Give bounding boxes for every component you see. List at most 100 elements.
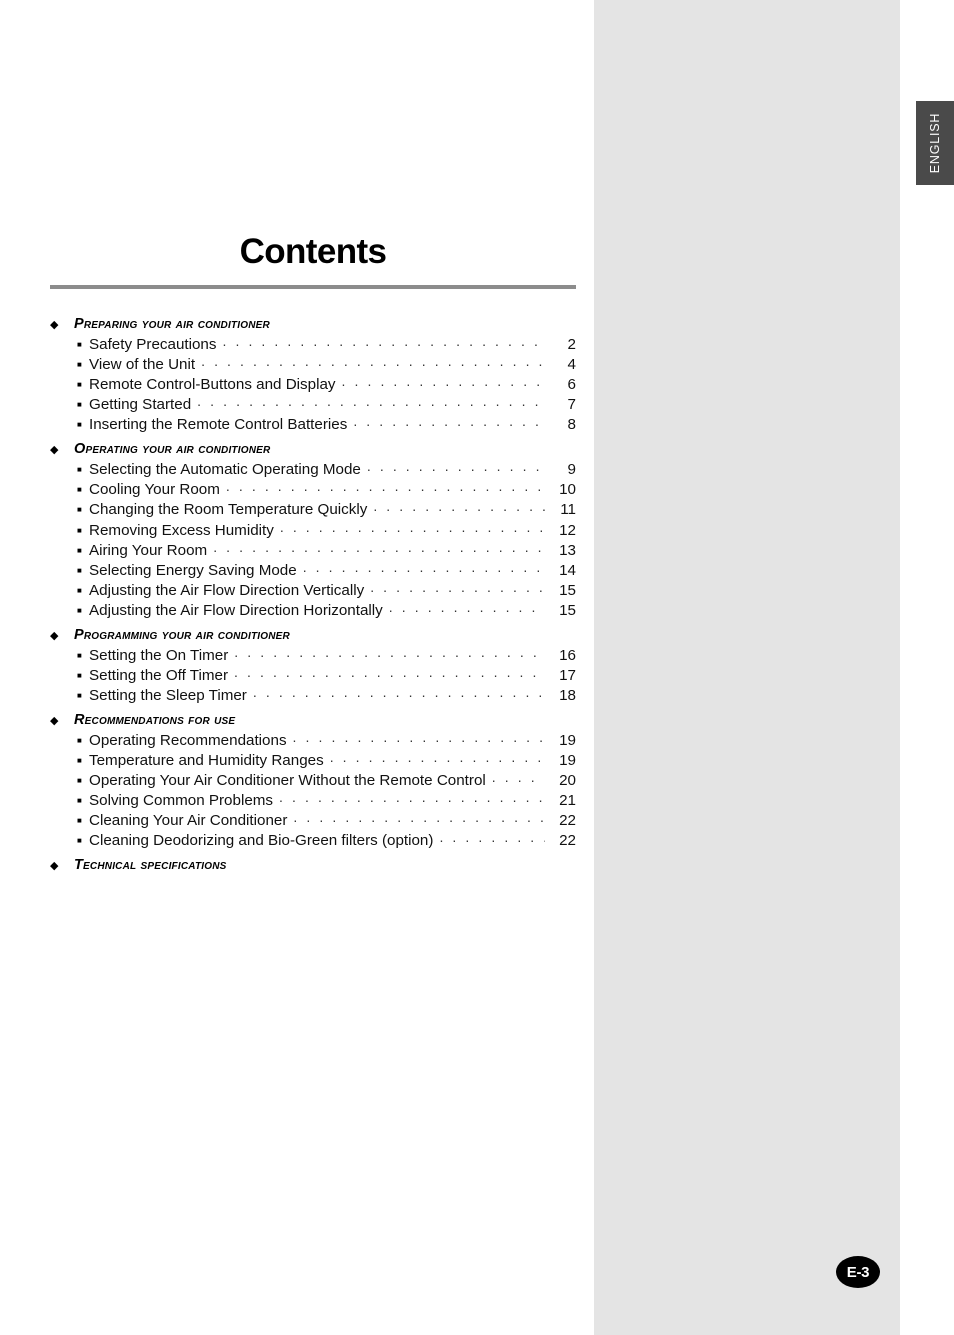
toc-dot-leader (373, 497, 545, 515)
toc-dot-leader (234, 663, 545, 681)
square-bullet-icon: ■ (77, 400, 82, 410)
toc-section: ◆ Operating your air conditioner ■ Selectin… (50, 441, 576, 621)
toc-entry-page-number: 20 (559, 772, 576, 790)
toc-entry-label: Setting the Off Timer (89, 666, 229, 684)
toc-dot-leader (280, 518, 545, 536)
toc-dot-leader (342, 372, 546, 390)
toc-dot-leader (201, 352, 545, 370)
page-content: Contents ◆ Preparing your air conditioner… (50, 0, 576, 879)
square-bullet-icon: ■ (77, 690, 82, 700)
square-bullet-icon: ■ (77, 485, 82, 495)
toc-dot-leader (293, 808, 545, 826)
toc-entry-page-number: 21 (559, 792, 576, 810)
square-bullet-icon: ■ (77, 650, 82, 660)
toc-section-title: Operating your air conditioner (74, 441, 271, 458)
square-bullet-icon: ■ (77, 756, 82, 766)
toc-section: ◆ Programming your air conditioner ■ Settin… (50, 627, 576, 706)
page-number-text: E-3 (846, 1263, 870, 1281)
toc-entry[interactable]: ■ Cleaning Deodorizing and Bio-Green filt… (77, 831, 576, 851)
toc-section-title: Recommendations for use (74, 712, 236, 728)
toc-section-header: ◆ Operating your air conditioner (50, 441, 576, 457)
toc-entry-page-number: 13 (559, 541, 576, 559)
square-bullet-icon: ■ (77, 525, 82, 535)
square-bullet-icon: ■ (77, 340, 82, 349)
toc-entry-label: Getting Started (89, 396, 192, 414)
toc-entry[interactable]: ■ Setting the Sleep Timer 18 (77, 686, 576, 706)
square-bullet-icon: ■ (77, 605, 82, 615)
toc-dot-leader (370, 578, 545, 596)
square-bullet-icon: ■ (77, 465, 82, 475)
diamond-bullet-icon: ◆ (50, 860, 59, 873)
diamond-bullet-icon: ◆ (50, 715, 59, 727)
toc-section-title: Preparing your air conditioner (74, 316, 270, 332)
toc-dot-leader (213, 538, 545, 556)
toc-section-header: ◆ Programming your air conditioner (50, 627, 576, 643)
toc-dot-leader (389, 598, 545, 616)
toc-entry-page-number: 14 (559, 561, 576, 579)
toc-dot-leader (253, 683, 545, 701)
square-bullet-icon: ■ (77, 565, 82, 575)
square-bullet-icon: ■ (77, 670, 82, 680)
toc-entry-page-number: 9 (567, 461, 576, 479)
toc-entry-page-number: 15 (559, 601, 576, 619)
square-bullet-icon: ■ (77, 545, 82, 555)
toc-entry-page-number: 22 (559, 832, 576, 850)
diamond-bullet-icon: ◆ (50, 319, 59, 331)
right-gray-panel (594, 0, 900, 1335)
toc-dot-leader (303, 558, 545, 576)
toc-entry-label: Temperature and Humidity Ranges (89, 752, 324, 770)
toc-section-title: Technical specifications (74, 857, 227, 874)
toc-entry-label: Setting the Sleep Timer (89, 686, 247, 704)
square-bullet-icon: ■ (77, 796, 82, 806)
toc-section-header: ◆ Recommendations for use (50, 712, 576, 728)
toc-entry-list: ■ Setting the On Timer 16 ■ Setting the Off … (77, 646, 576, 706)
toc-entry-label: Airing Your Room (89, 541, 208, 559)
toc-entry-label: Cleaning Your Air Conditioner (89, 812, 288, 830)
toc-entry[interactable]: ■ Inserting the Remote Control Batteries 8 (77, 415, 576, 435)
toc-entry-label: Selecting Energy Saving Mode (89, 561, 297, 579)
toc-entry-page-number: 17 (559, 666, 576, 684)
square-bullet-icon: ■ (77, 505, 82, 515)
toc-entry-label: Adjusting the Air Flow Direction Horizon… (89, 601, 383, 619)
toc-section-header: ◆ Preparing your air conditioner (50, 316, 576, 332)
page-title: Contents (239, 232, 387, 271)
toc-entry-list: ■Selecting the Automatic Operating Mode9… (77, 460, 576, 621)
toc-dot-leader (353, 412, 545, 430)
square-bullet-icon: ■ (77, 360, 82, 370)
toc-entry-page-number: 18 (559, 686, 576, 704)
diamond-bullet-icon: ◆ (50, 444, 59, 457)
toc-entry-label: Inserting the Remote Control Batteries (89, 416, 348, 434)
toc-dot-leader (234, 643, 545, 661)
toc-entry-label: Operating Recommendations (89, 732, 287, 749)
title-divider (50, 285, 576, 289)
page-number-badge: E-3 (836, 1256, 880, 1288)
square-bullet-icon: ■ (77, 420, 82, 430)
toc-dot-leader (367, 457, 545, 475)
toc-dot-leader (279, 788, 545, 806)
toc-dot-leader (439, 828, 545, 846)
square-bullet-icon: ■ (77, 816, 82, 826)
toc-entry[interactable]: ■ Adjusting the Air Flow Direction Horizo… (77, 601, 576, 621)
toc-section-title: Programming your air conditioner (74, 626, 290, 643)
square-bullet-icon: ■ (77, 836, 82, 846)
table-of-contents: ◆ Preparing your air conditioner ■ Safety P… (50, 316, 576, 873)
language-tab: ENGLISH (916, 101, 954, 185)
toc-dot-leader (197, 392, 545, 410)
toc-dot-leader (330, 748, 545, 766)
toc-entry-label: Adjusting the Air Flow Direction Vertica… (89, 581, 365, 599)
toc-dot-leader (226, 477, 545, 495)
square-bullet-icon: ■ (77, 585, 82, 595)
toc-entry-label: Setting the On Timer (89, 646, 229, 664)
toc-entry-page-number: 6 (567, 376, 576, 394)
toc-entry-page-number: 16 (559, 646, 576, 664)
toc-entry-page-number: 10 (559, 481, 576, 499)
diamond-bullet-icon: ◆ (50, 629, 59, 642)
square-bullet-icon: ■ (77, 736, 82, 745)
toc-entry-page-number: 19 (559, 732, 576, 749)
toc-section-header: ◆ Technical specifications (50, 857, 576, 873)
toc-entry-label: Safety Precautions (89, 336, 217, 353)
toc-entry-label: View of the Unit (89, 356, 196, 374)
toc-entry-page-number: 11 (560, 501, 576, 519)
toc-section: ◆ Technical specifications (50, 857, 576, 873)
square-bullet-icon: ■ (77, 380, 82, 390)
